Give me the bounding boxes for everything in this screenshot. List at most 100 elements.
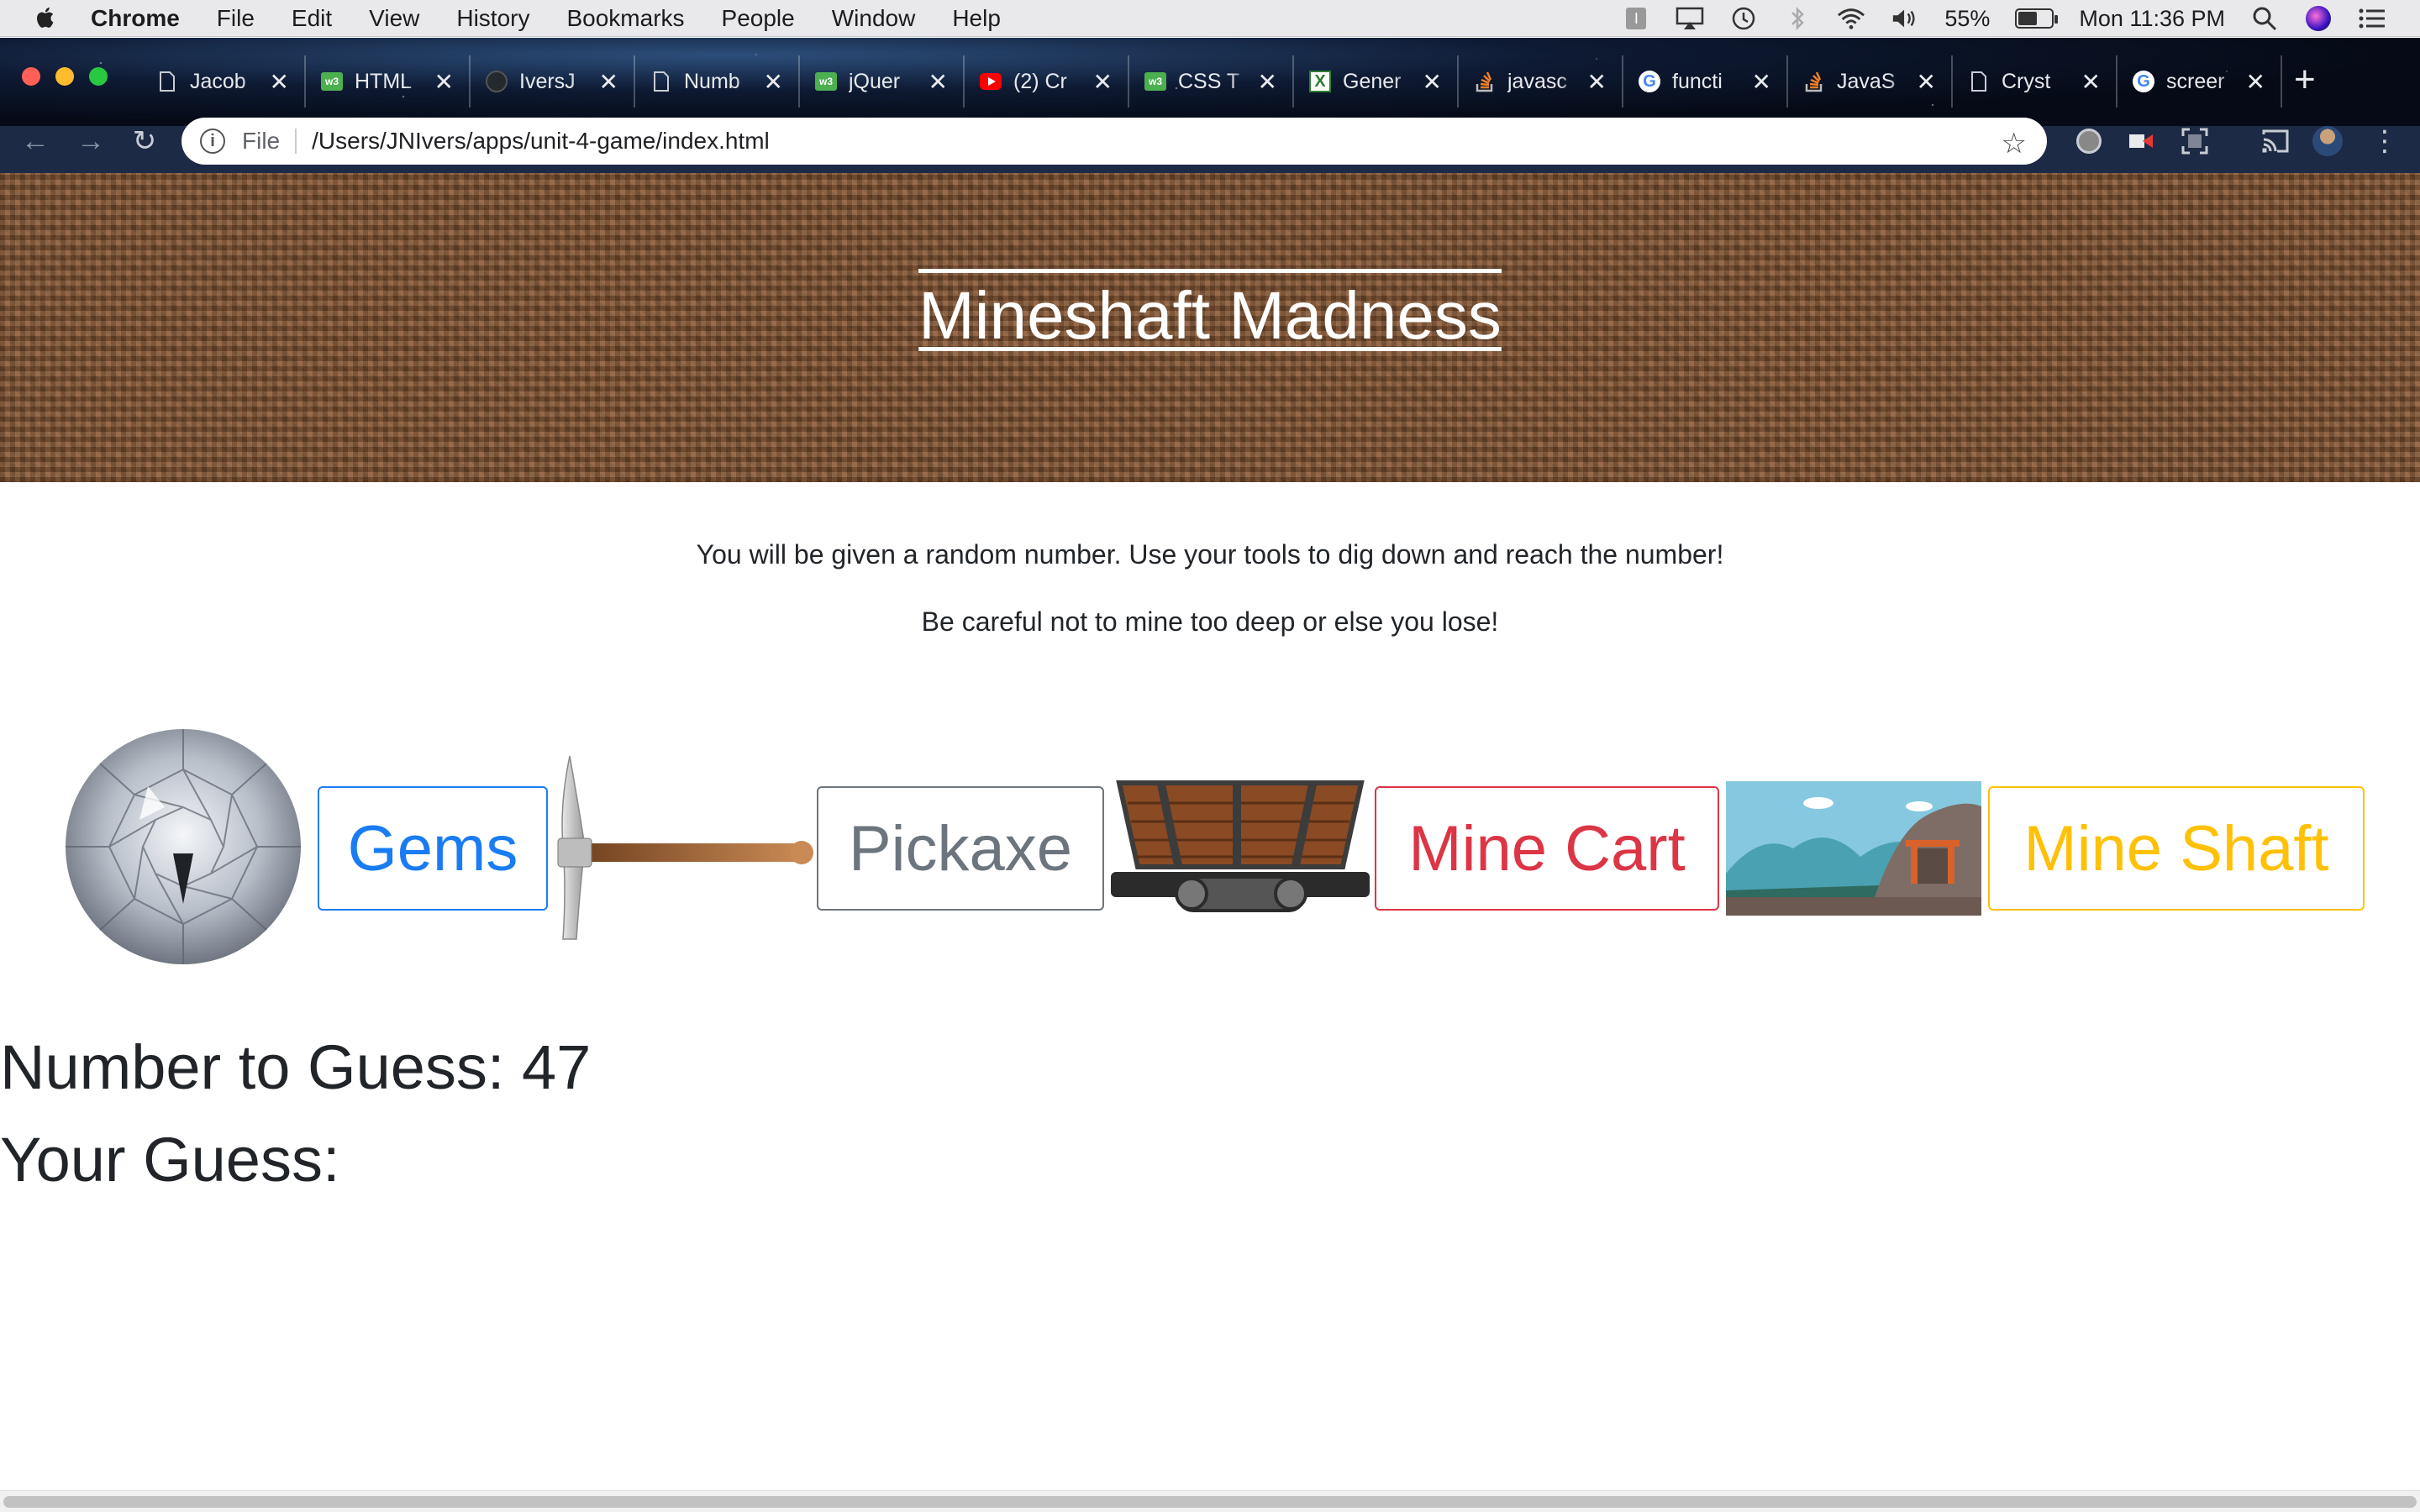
menu-history[interactable]: History [456, 5, 529, 32]
menu-people[interactable]: People [722, 5, 795, 32]
forward-icon[interactable]: → [74, 124, 108, 158]
scheme-label: File [242, 128, 281, 154]
close-tab-icon[interactable]: ✕ [434, 68, 454, 96]
tab[interactable]: X Gener ✕ [1294, 55, 1459, 108]
extension-record-icon[interactable] [2074, 126, 2104, 156]
menu-help[interactable]: Help [952, 5, 1001, 32]
tab-title: screer [2166, 69, 2225, 93]
your-guess: Your Guess: [0, 1125, 340, 1194]
menu-app-chrome[interactable]: Chrome [91, 5, 180, 32]
close-tab-icon[interactable]: ✕ [1093, 68, 1113, 96]
apple-icon[interactable] [34, 5, 59, 30]
new-tab-icon[interactable]: + [2294, 59, 2316, 101]
reload-icon[interactable]: ↻ [128, 124, 161, 158]
document-icon [650, 71, 672, 92]
close-tab-icon[interactable]: ✕ [929, 68, 948, 96]
zoom-window-button[interactable] [89, 67, 108, 86]
tab-title: HTML [355, 69, 413, 93]
close-tab-icon[interactable]: ✕ [599, 68, 618, 96]
chrome-menu-icon[interactable]: ⋮ [2370, 126, 2400, 156]
bluetooth-icon[interactable] [1783, 6, 1812, 31]
screen: Chrome File Edit View History Bookmarks … [0, 0, 2420, 1512]
tab[interactable]: Cryst ✕ [1953, 55, 2118, 108]
close-tab-icon[interactable]: ✕ [1917, 68, 1936, 96]
profile-avatar[interactable] [2312, 126, 2343, 156]
volume-icon[interactable] [1891, 6, 1919, 31]
number-to-guess: Number to Guess: 47 [0, 1032, 592, 1102]
mine-cart-button[interactable]: Mine Cart [1375, 786, 1719, 911]
tab-title: Cryst [2002, 69, 2051, 93]
address-bar[interactable]: i File /Users/JNIvers/apps/unit-4-game/i… [182, 118, 2047, 165]
close-tab-icon[interactable]: ✕ [1423, 68, 1442, 96]
spotlight-search-icon[interactable] [2250, 6, 2279, 31]
pickaxe-image[interactable] [551, 754, 813, 941]
notification-center-icon[interactable] [2358, 6, 2386, 31]
tab[interactable]: JavaS ✕ [1788, 55, 1953, 108]
mine-shaft-landscape-image[interactable] [1726, 781, 1981, 916]
close-tab-icon[interactable]: ✕ [1258, 68, 1277, 96]
siri-icon[interactable] [2304, 6, 2333, 31]
github-icon [486, 71, 508, 92]
tab[interactable]: Jacob ✕ [141, 55, 306, 108]
w3schools-icon: w3 [1144, 71, 1166, 92]
menu-window[interactable]: Window [832, 5, 916, 32]
mine-cart-image[interactable] [1111, 778, 1370, 914]
tab-title: Jacob [190, 69, 246, 93]
extension-screenshot-icon[interactable] [2180, 126, 2210, 156]
url-text[interactable]: /Users/JNIvers/apps/unit-4-game/index.ht… [312, 128, 770, 155]
battery-percent: 55% [1944, 5, 1991, 31]
battery-icon[interactable] [2015, 8, 2059, 29]
extension-cast-video-icon[interactable] [2126, 126, 2156, 156]
scrollbar-thumb[interactable] [3, 1496, 2417, 1508]
gems-button[interactable]: Gems [318, 786, 548, 911]
youtube-icon [980, 71, 1002, 92]
tabs: Jacob ✕ w3 HTML ✕ IversJ ✕ Numb ✕ w3 jQuer ✕ (2… [141, 55, 2282, 108]
back-icon[interactable]: ← [18, 124, 52, 158]
menu-bookmarks[interactable]: Bookmarks [566, 5, 684, 32]
document-icon [1968, 71, 1990, 92]
mine-shaft-button[interactable]: Mine Shaft [1988, 786, 2365, 911]
pickaxe-button[interactable]: Pickaxe [817, 786, 1104, 911]
w3schools-icon: w3 [321, 71, 343, 92]
close-tab-icon[interactable]: ✕ [2246, 68, 2265, 96]
wifi-icon[interactable] [1837, 6, 1865, 31]
minimize-window-button[interactable] [55, 67, 74, 86]
close-tab-icon[interactable]: ✕ [270, 68, 289, 96]
close-window-button[interactable] [22, 67, 40, 86]
page-title-text: Mineshaft Madness [918, 269, 1502, 353]
menu-file[interactable]: File [217, 5, 255, 32]
time-machine-icon[interactable] [1729, 6, 1758, 31]
tab[interactable]: w3 jQuer ✕ [800, 55, 965, 108]
close-tab-icon[interactable]: ✕ [2081, 68, 2101, 96]
close-tab-icon[interactable]: ✕ [1587, 68, 1607, 96]
page-title: Mineshaft Madness [0, 269, 2420, 354]
bookmark-star-icon[interactable]: ☆ [2002, 127, 2027, 160]
airplay-icon[interactable] [1676, 6, 1704, 31]
tab[interactable]: Numb ✕ [635, 55, 800, 108]
cast-icon[interactable] [2260, 126, 2291, 156]
tab[interactable]: Gfuncti ✕ [1623, 55, 1788, 108]
clock[interactable]: Mon 11:36 PM [2079, 6, 2225, 32]
tab-active[interactable]: Gscreer ✕ [2118, 55, 2282, 108]
mac-menu-bar: Chrome File Edit View History Bookmarks … [0, 0, 2420, 37]
tab-title: Numb [684, 69, 740, 93]
tab-title: javasc [1507, 69, 1567, 93]
tab[interactable]: w3 HTML ✕ [306, 55, 471, 108]
tab-title: JavaS [1837, 69, 1896, 93]
diamond-gem-image[interactable] [64, 727, 302, 966]
horizontal-scrollbar[interactable] [0, 1490, 2420, 1512]
menu-items: Chrome File Edit View History Bookmarks … [91, 0, 1038, 37]
close-tab-icon[interactable]: ✕ [1752, 68, 1771, 96]
tab[interactable]: w3 CSS T ✕ [1129, 55, 1294, 108]
input-source-icon[interactable]: I [1622, 6, 1650, 31]
intro-line-1: You will be given a random number. Use y… [696, 539, 1724, 570]
tab[interactable]: IversJ ✕ [471, 55, 635, 108]
menu-edit[interactable]: Edit [292, 5, 332, 32]
close-tab-icon[interactable]: ✕ [764, 68, 783, 96]
tab-title: IversJ [519, 69, 576, 93]
tab[interactable]: (2) Cr ✕ [965, 55, 1129, 108]
site-info-icon[interactable]: i [200, 129, 225, 154]
stackoverflow-icon [1474, 71, 1496, 92]
tab[interactable]: javasc ✕ [1459, 55, 1623, 108]
menu-view[interactable]: View [369, 5, 419, 32]
